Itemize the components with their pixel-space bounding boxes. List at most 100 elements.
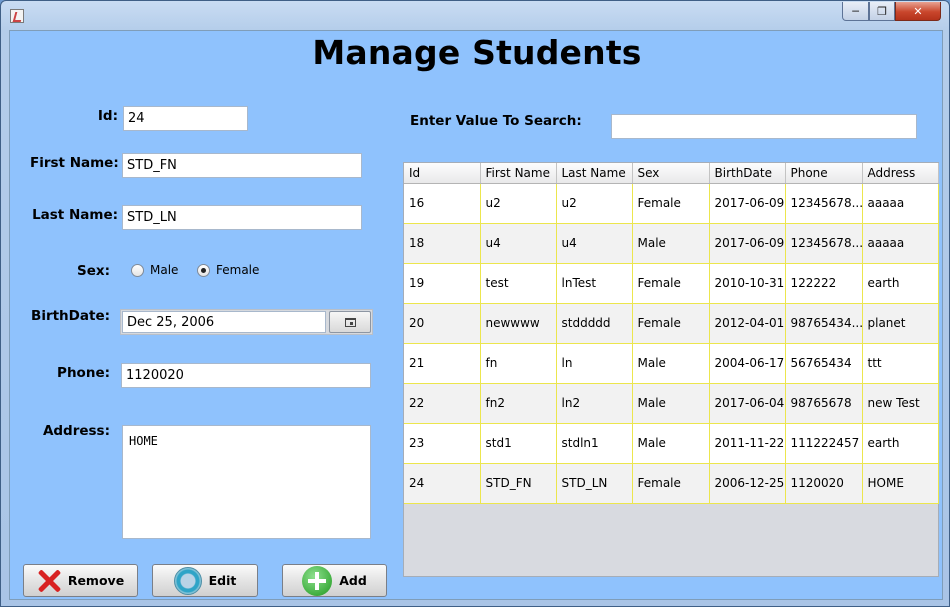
table-cell[interactable]: 98765678: [785, 383, 863, 424]
calendar-button[interactable]: [329, 311, 371, 333]
table-cell[interactable]: 22: [404, 383, 481, 424]
table-cell[interactable]: Male: [632, 423, 710, 464]
edit-button[interactable]: Edit: [152, 564, 258, 597]
table-cell[interactable]: u2: [556, 183, 633, 224]
table-cell[interactable]: Female: [632, 463, 710, 504]
table-cell[interactable]: Female: [632, 183, 710, 224]
table-cell[interactable]: new Test: [862, 383, 939, 424]
table-cell[interactable]: Male: [632, 383, 710, 424]
id-field[interactable]: [123, 106, 248, 131]
table-cell[interactable]: Female: [632, 263, 710, 304]
table-cell[interactable]: test: [480, 263, 557, 304]
table-cell[interactable]: ln: [556, 343, 633, 384]
table-cell[interactable]: stdln1: [556, 423, 633, 464]
remove-button-label: Remove: [67, 573, 125, 588]
table-cell[interactable]: 21: [404, 343, 481, 384]
sex-male-option[interactable]: Male: [131, 263, 178, 277]
column-header[interactable]: Phone: [785, 163, 863, 184]
column-header[interactable]: Last Name: [556, 163, 633, 184]
table-cell[interactable]: earth: [862, 423, 939, 464]
table-row[interactable]: 21 fn ln Male 2004-06-17 56765434 ttt: [404, 343, 939, 384]
close-button[interactable]: ✕: [895, 2, 941, 21]
column-header[interactable]: Id: [404, 163, 481, 184]
table-cell[interactable]: 24: [404, 463, 481, 504]
remove-button[interactable]: Remove: [23, 564, 138, 597]
restore-icon: ❐: [877, 4, 887, 18]
table-cell[interactable]: aaaaa: [862, 183, 939, 224]
table-cell[interactable]: u4: [480, 223, 557, 264]
table-cell[interactable]: 1120020: [785, 463, 863, 504]
table-cell[interactable]: 2017-06-04: [709, 383, 786, 424]
birthdate-picker: [120, 309, 373, 335]
add-button[interactable]: Add: [282, 564, 387, 597]
table-cell[interactable]: 2017-06-09: [709, 223, 786, 264]
table-row[interactable]: 19 test lnTest Female 2010-10-31 122222 earth: [404, 263, 939, 304]
calendar-icon: [344, 317, 356, 327]
table-cell[interactable]: u2: [480, 183, 557, 224]
table-cell[interactable]: STD_FN: [480, 463, 557, 504]
table-cell[interactable]: Female: [632, 303, 710, 344]
table-cell[interactable]: 2012-04-01: [709, 303, 786, 344]
column-header[interactable]: First Name: [480, 163, 557, 184]
page-title: Manage Students: [312, 33, 642, 72]
table-cell[interactable]: planet: [862, 303, 939, 344]
table-cell[interactable]: 111222457: [785, 423, 863, 464]
table-cell[interactable]: Male: [632, 223, 710, 264]
column-header[interactable]: BirthDate: [709, 163, 786, 184]
table-cell[interactable]: std1: [480, 423, 557, 464]
table-cell[interactable]: 16: [404, 183, 481, 224]
table-cell[interactable]: HOME: [862, 463, 939, 504]
maximize-button[interactable]: ❐: [869, 2, 895, 21]
students-table[interactable]: Id First Name Last Name Sex BirthDate Phone Ad…: [403, 162, 939, 577]
table-cell[interactable]: 2017-06-09: [709, 183, 786, 224]
table-cell[interactable]: STD_LN: [556, 463, 633, 504]
table-row[interactable]: 20 newwww stddddd Female 2012-04-01 98765434.…: [404, 303, 939, 344]
table-cell[interactable]: 2011-11-22: [709, 423, 786, 464]
table-row[interactable]: 23 std1 stdln1 Male 2011-11-22 111222457 earth: [404, 423, 939, 464]
search-input[interactable]: [611, 114, 917, 139]
table-cell[interactable]: fn: [480, 343, 557, 384]
table-cell[interactable]: 20: [404, 303, 481, 344]
phone-field[interactable]: [121, 363, 371, 388]
table-row[interactable]: 16 u2 u2 Female 2017-06-09 12345678... aaaaa: [404, 183, 939, 224]
title-bar[interactable]: ─ ❐ ✕: [1, 1, 949, 29]
column-header[interactable]: Address: [862, 163, 939, 184]
table-row[interactable]: 22 fn2 ln2 Male 2017-06-04 98765678 new Test: [404, 383, 939, 424]
table-cell[interactable]: 122222: [785, 263, 863, 304]
table-cell[interactable]: 23: [404, 423, 481, 464]
table-cell[interactable]: stddddd: [556, 303, 633, 344]
table-cell[interactable]: Male: [632, 343, 710, 384]
table-cell[interactable]: 12345678...: [785, 183, 863, 224]
table-row[interactable]: 18 u4 u4 Male 2017-06-09 12345678... aaaaa: [404, 223, 939, 264]
table-row[interactable]: 24 STD_FN STD_LN Female 2006-12-25 1120020 HOM…: [404, 463, 939, 504]
table-cell[interactable]: 18: [404, 223, 481, 264]
birthdate-field[interactable]: [122, 311, 326, 333]
table-cell[interactable]: ln2: [556, 383, 633, 424]
sex-female-option[interactable]: Female: [197, 263, 259, 277]
table-cell[interactable]: u4: [556, 223, 633, 264]
sex-female-radio[interactable]: [197, 263, 210, 277]
table-cell[interactable]: 56765434: [785, 343, 863, 384]
table-cell[interactable]: 12345678...: [785, 223, 863, 264]
table-cell[interactable]: fn2: [480, 383, 557, 424]
column-header[interactable]: Sex: [632, 163, 710, 184]
first-name-field[interactable]: [122, 153, 362, 178]
close-icon: ✕: [913, 4, 923, 18]
minimize-button[interactable]: ─: [842, 2, 869, 21]
address-textarea[interactable]: HOME: [122, 425, 371, 539]
table-cell[interactable]: 2004-06-17: [709, 343, 786, 384]
table-cell[interactable]: ttt: [862, 343, 939, 384]
table-cell[interactable]: lnTest: [556, 263, 633, 304]
table-cell[interactable]: 19: [404, 263, 481, 304]
sex-male-radio[interactable]: [131, 263, 144, 277]
main-panel: Manage Students Id: First Name: Last Nam…: [9, 30, 943, 600]
students-grid[interactable]: Id First Name Last Name Sex BirthDate Phone Ad…: [404, 163, 939, 504]
table-cell[interactable]: 2006-12-25: [709, 463, 786, 504]
table-cell[interactable]: 2010-10-31: [709, 263, 786, 304]
plus-icon: [302, 565, 333, 596]
table-cell[interactable]: aaaaa: [862, 223, 939, 264]
last-name-field[interactable]: [122, 205, 362, 230]
table-cell[interactable]: 98765434...: [785, 303, 863, 344]
table-cell[interactable]: earth: [862, 263, 939, 304]
table-cell[interactable]: newwww: [480, 303, 557, 344]
